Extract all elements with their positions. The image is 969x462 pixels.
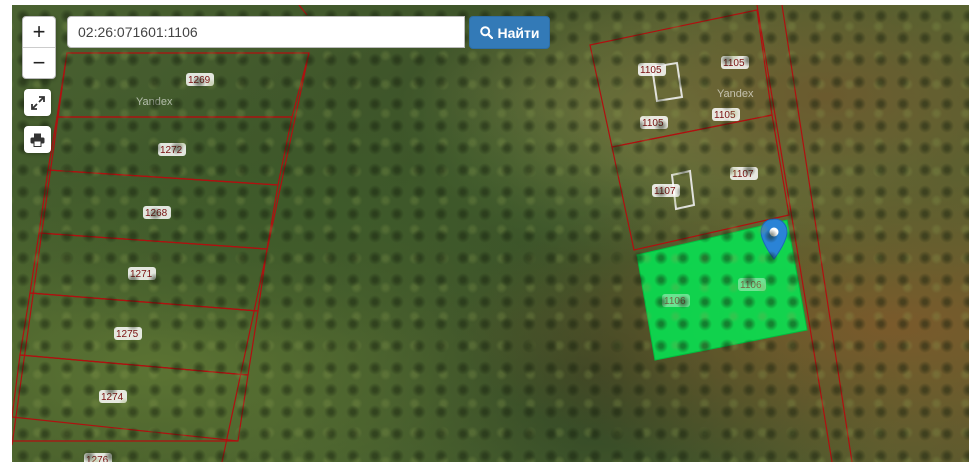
svg-text:1105: 1105: [714, 110, 736, 121]
fullscreen-button[interactable]: [24, 89, 51, 116]
plot-label: 1276: [84, 453, 112, 462]
parcel-boundary: [781, 5, 853, 462]
svg-text:1107: 1107: [732, 169, 754, 180]
svg-text:1269: 1269: [188, 75, 211, 86]
map-watermark: Yandex: [136, 96, 173, 108]
svg-text:1272: 1272: [160, 145, 183, 156]
plot-label: 1106: [662, 294, 690, 307]
plot-label: 1105: [712, 108, 740, 121]
map-watermark: Yandex: [717, 88, 754, 100]
svg-text:1105: 1105: [640, 65, 662, 76]
cadastral-number-search-input[interactable]: [67, 16, 465, 48]
svg-text:1105: 1105: [723, 58, 745, 69]
svg-text:1275: 1275: [116, 329, 139, 340]
plot-label: 1107: [652, 184, 680, 197]
parcel-boundary: [56, 52, 310, 118]
find-button[interactable]: Найти: [469, 16, 550, 49]
plot-label: 1107: [730, 167, 758, 180]
svg-text:1274: 1274: [101, 392, 124, 403]
satellite-map[interactable]: Yandex Yandex 1269 1272 1268 1271 1275 1…: [12, 5, 969, 462]
plot-label: 1272: [158, 143, 186, 156]
plot-label: 1105: [640, 116, 668, 129]
zoom-out-button[interactable]: −: [23, 47, 55, 78]
parcel-boundaries-left: [12, 52, 310, 462]
expand-icon: [30, 95, 45, 110]
zoom-in-button[interactable]: +: [23, 17, 55, 47]
svg-text:1276: 1276: [86, 455, 109, 462]
plot-label: 1271: [128, 267, 156, 280]
printer-icon: [30, 133, 45, 147]
parcel-boundary: [221, 52, 310, 462]
svg-text:1268: 1268: [145, 208, 168, 219]
parcel-boundary: [298, 5, 308, 16]
plot-label: 1274: [99, 390, 127, 403]
plot-label: 1269: [186, 73, 214, 86]
svg-text:1106: 1106: [740, 280, 762, 291]
parcel-boundary: [12, 354, 249, 442]
svg-text:1105: 1105: [642, 118, 664, 129]
plot-label: 1105: [638, 63, 666, 76]
print-button[interactable]: [24, 126, 51, 153]
svg-text:1106: 1106: [664, 296, 686, 307]
plot-label: 1105: [721, 56, 749, 69]
find-button-label: Найти: [497, 24, 540, 41]
search-icon: [479, 26, 493, 39]
plot-label: 1268: [143, 206, 171, 219]
cadastral-overlay: Yandex Yandex 1269 1272 1268 1271 1275 1…: [12, 5, 853, 462]
plot-label: 1106: [738, 278, 766, 291]
zoom-control: + −: [22, 16, 56, 79]
svg-text:1107: 1107: [654, 186, 676, 197]
plot-label: 1275: [114, 327, 142, 340]
svg-text:1271: 1271: [130, 269, 153, 280]
parcel-boundary: [589, 9, 773, 148]
